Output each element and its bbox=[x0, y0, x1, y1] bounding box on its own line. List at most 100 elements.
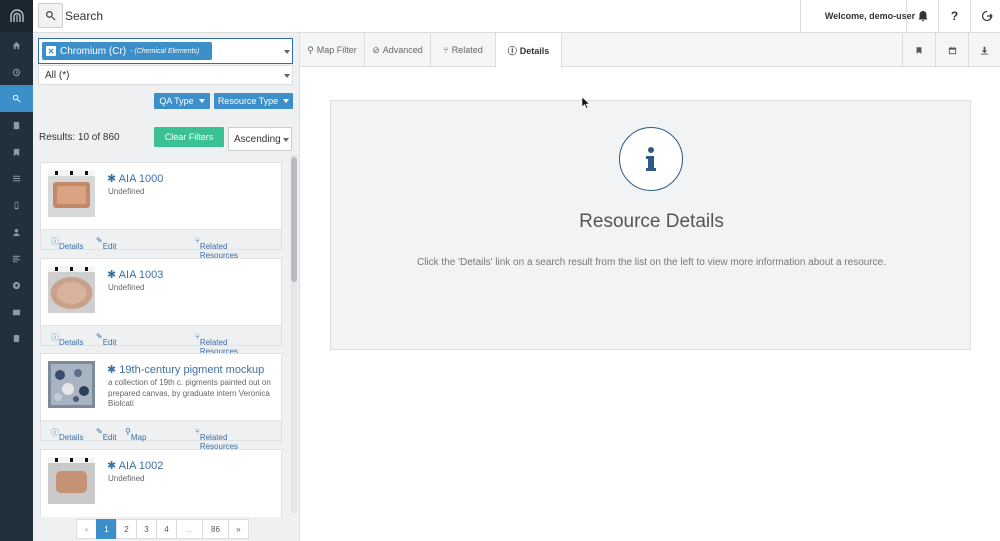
chevron-down-icon bbox=[198, 99, 205, 103]
app-logo[interactable] bbox=[0, 0, 33, 32]
filter-token[interactable]: ✕ Chromium (Cr) - (Chemical Elements) bbox=[42, 42, 212, 60]
logout-button[interactable] bbox=[970, 0, 1000, 32]
nav-search[interactable] bbox=[0, 85, 33, 113]
result-card: ✱ AIA 1000 Undefined ⓘ Details ✎ Edit ⑂ … bbox=[40, 162, 282, 260]
edit-label: Edit bbox=[102, 338, 117, 347]
result-card: ✱ AIA 1002 Undefined bbox=[40, 449, 282, 517]
page-ellipsis: ... bbox=[176, 519, 203, 539]
results-scrollbar-thumb[interactable] bbox=[291, 157, 297, 282]
resource-type-label: Resource Type bbox=[217, 96, 279, 106]
edit-link[interactable]: ✎ Edit bbox=[96, 236, 117, 251]
tab-advanced[interactable]: ⊘ Advanced bbox=[365, 33, 431, 67]
tab-related[interactable]: ⑂ Related bbox=[431, 33, 496, 67]
nav-history[interactable] bbox=[0, 59, 33, 86]
help-button[interactable]: ? bbox=[938, 0, 970, 32]
nav-database[interactable] bbox=[0, 326, 33, 353]
chevron-down-icon bbox=[284, 50, 290, 54]
panel-tabs: ⚲ Map Filter ⊘ Advanced ⑂ Related ⓘ Details bbox=[300, 33, 1000, 68]
page-4[interactable]: 4 bbox=[156, 519, 177, 539]
details-link[interactable]: ⓘ Details bbox=[51, 427, 83, 442]
nav-reports[interactable] bbox=[0, 246, 33, 273]
resource-thumbnail[interactable] bbox=[48, 361, 95, 408]
nav-bookmarks[interactable] bbox=[0, 139, 33, 166]
search-results-panel: ✕ Chromium (Cr) - (Chemical Elements) Al… bbox=[33, 33, 300, 541]
filter-token-label: Chromium (Cr) bbox=[60, 45, 127, 57]
filter-token-type: - (Chemical Elements) bbox=[130, 47, 200, 55]
user-icon bbox=[13, 228, 20, 236]
map-link[interactable]: ⚲ Map bbox=[125, 427, 146, 442]
home-icon bbox=[12, 41, 21, 49]
resource-details-panel: Resource Details Click the 'Details' lin… bbox=[330, 100, 971, 350]
info-circle-icon: ⓘ bbox=[507, 46, 517, 56]
database-icon bbox=[13, 335, 20, 343]
sign-out-icon bbox=[981, 10, 993, 22]
card-actions: ⓘ Details ✎ Edit ⚲ Map ⑂ Related Resourc… bbox=[41, 420, 281, 451]
page-prev[interactable]: « bbox=[76, 519, 97, 539]
nav-settings[interactable] bbox=[0, 272, 33, 299]
tab-map-filter[interactable]: ⚲ Map Filter bbox=[300, 33, 365, 67]
calendar-button[interactable] bbox=[935, 33, 968, 67]
sort-order-select[interactable]: Ascending bbox=[228, 127, 292, 151]
search-icon bbox=[12, 95, 21, 103]
clear-filters-button[interactable]: Clear Filters bbox=[154, 127, 224, 147]
qa-type-button[interactable]: QA Type bbox=[154, 93, 210, 109]
download-button[interactable] bbox=[968, 33, 1000, 67]
tab-details-label: Details bbox=[519, 45, 550, 56]
resource-thumbnail[interactable] bbox=[48, 457, 95, 504]
resource-title-link[interactable]: ✱ AIA 1002 bbox=[107, 459, 163, 472]
resource-type-button[interactable]: Resource Type bbox=[214, 93, 293, 109]
tab-details[interactable]: ⓘ Details bbox=[496, 33, 562, 68]
resource-title-link[interactable]: ✱ AIA 1000 bbox=[107, 172, 163, 185]
details-label: Details bbox=[59, 433, 84, 442]
cog-icon bbox=[12, 281, 21, 290]
edit-label: Edit bbox=[102, 242, 117, 251]
check-circle-icon: ⊘ bbox=[372, 44, 380, 55]
search-button[interactable] bbox=[38, 3, 63, 28]
nav-images[interactable] bbox=[0, 299, 33, 326]
nav-home[interactable] bbox=[0, 32, 33, 59]
resource-description: a collection of 19th c. pigments painted… bbox=[108, 378, 271, 408]
filter-scope-select[interactable]: All (*) bbox=[38, 65, 293, 85]
page-2[interactable]: 2 bbox=[116, 519, 137, 539]
image-icon bbox=[12, 309, 21, 315]
related-resources-link[interactable]: ⑂ Related Resources bbox=[195, 427, 238, 451]
details-link[interactable]: ⓘ Details bbox=[51, 236, 83, 251]
map-marker-icon: ⚲ bbox=[307, 44, 314, 55]
resource-thumbnail[interactable] bbox=[48, 170, 95, 217]
bookmark-button[interactable] bbox=[902, 33, 935, 67]
map-label: Map bbox=[130, 433, 147, 442]
file-icon bbox=[13, 121, 20, 130]
nav-resources[interactable] bbox=[0, 112, 33, 139]
download-icon bbox=[980, 46, 989, 55]
info-icon bbox=[619, 127, 683, 191]
resource-title-link[interactable]: ✱ 19th-century pigment mockup bbox=[107, 363, 264, 376]
notifications-button[interactable] bbox=[906, 0, 938, 32]
page-1[interactable]: 1 bbox=[96, 519, 117, 539]
nav-lists[interactable] bbox=[0, 165, 33, 192]
top-bar: Welcome, demo-user ? bbox=[33, 0, 1000, 33]
edit-link[interactable]: ✎ Edit bbox=[96, 332, 117, 347]
remove-token-icon[interactable]: ✕ bbox=[46, 46, 56, 56]
bell-icon bbox=[918, 11, 927, 22]
resource-title: AIA 1002 bbox=[118, 460, 164, 472]
pagination: « 1 2 3 4 ... 86 » bbox=[76, 519, 249, 539]
info-glyph bbox=[646, 147, 656, 171]
page-next[interactable]: » bbox=[228, 519, 249, 539]
nav-rail bbox=[0, 0, 33, 541]
page-3[interactable]: 3 bbox=[136, 519, 157, 539]
resource-description: Undefined bbox=[108, 187, 145, 196]
search-input[interactable] bbox=[65, 4, 565, 28]
nav-mobile[interactable] bbox=[0, 192, 33, 219]
related-resources-link[interactable]: ⑂ Related Resources bbox=[195, 332, 238, 356]
edit-link[interactable]: ✎ Edit bbox=[96, 427, 117, 442]
chevron-down-icon bbox=[284, 74, 290, 78]
related-resources-link[interactable]: ⑂ Related Resources bbox=[195, 236, 238, 260]
nav-profile[interactable] bbox=[0, 219, 33, 246]
resource-title: 19th-century pigment mockup bbox=[119, 364, 265, 376]
results-count: Results: 10 of 860 bbox=[39, 132, 120, 143]
resource-title-link[interactable]: ✱ AIA 1003 bbox=[107, 268, 163, 281]
resource-thumbnail[interactable] bbox=[48, 266, 95, 313]
page-86[interactable]: 86 bbox=[202, 519, 229, 539]
term-filter-input[interactable]: ✕ Chromium (Cr) - (Chemical Elements) bbox=[38, 38, 293, 64]
details-link[interactable]: ⓘ Details bbox=[51, 332, 83, 347]
